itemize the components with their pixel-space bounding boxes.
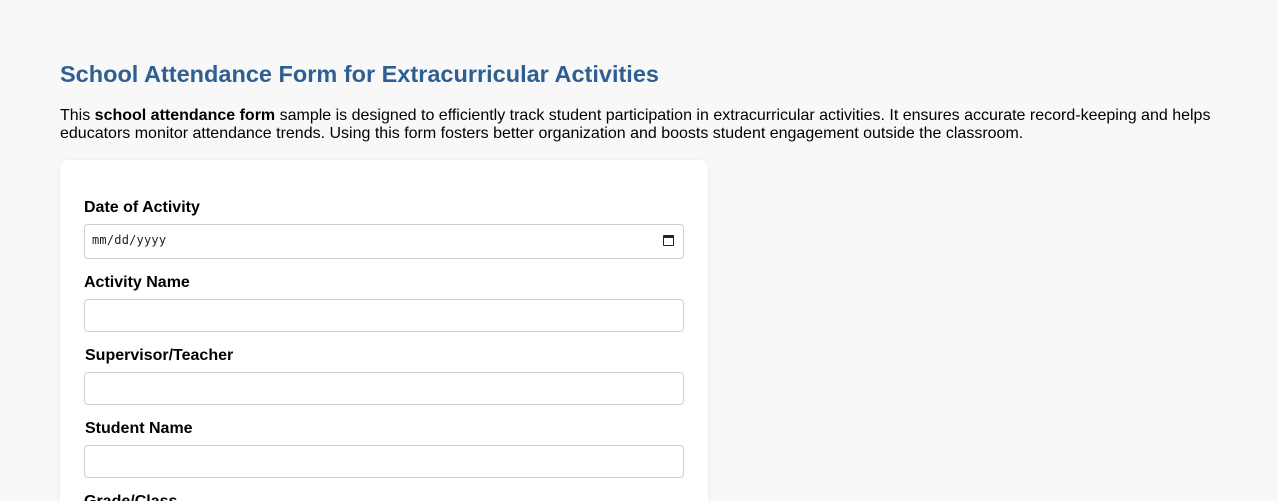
- grade-class-label: Grade/Class: [84, 492, 177, 501]
- intro-prefix: This: [60, 107, 95, 124]
- page-title: School Attendance Form for Extracurricul…: [60, 61, 659, 87]
- supervisor-input[interactable]: [84, 372, 684, 405]
- activity-name-label: Activity Name: [84, 274, 190, 291]
- activity-name-input[interactable]: [84, 299, 684, 332]
- page: School Attendance Form for Extracurricul…: [0, 0, 1278, 501]
- attendance-form-card: Date of Activity mm/dd/yyyy Activity Nam…: [60, 160, 708, 501]
- calendar-icon[interactable]: [663, 235, 674, 246]
- student-name-label: Student Name: [85, 420, 193, 437]
- student-name-input[interactable]: [84, 445, 684, 478]
- intro-paragraph: This school attendance form sample is de…: [60, 107, 1220, 143]
- supervisor-label: Supervisor/Teacher: [85, 347, 234, 364]
- intro-bold: school attendance form: [94, 107, 276, 124]
- date-placeholder: mm/dd/yyyy: [92, 233, 167, 247]
- date-label: Date of Activity: [84, 199, 200, 216]
- date-input[interactable]: mm/dd/yyyy: [84, 224, 684, 259]
